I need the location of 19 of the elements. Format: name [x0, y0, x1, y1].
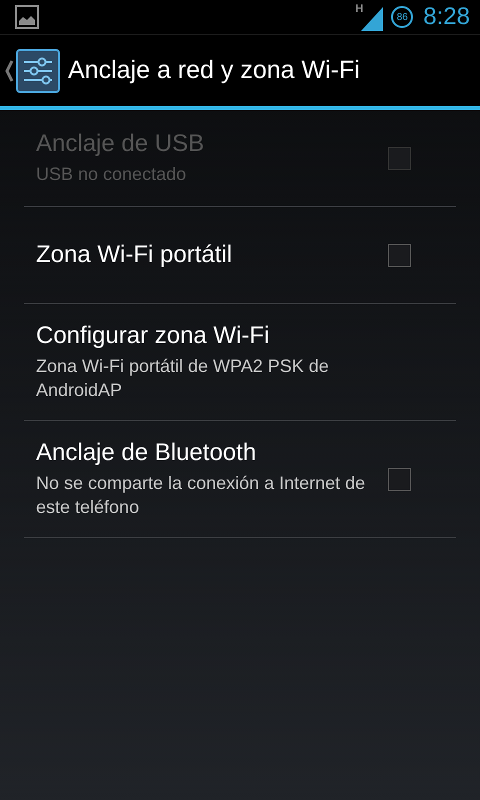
clock-time: 8:28: [423, 3, 470, 31]
preference-item[interactable]: Zona Wi-Fi portátil: [24, 207, 456, 304]
item-title: Configurar zona Wi-Fi: [36, 322, 270, 350]
item-title: Anclaje de USB: [36, 130, 206, 158]
item-summary: USB no conectado: [36, 163, 188, 186]
battery-badge: 86: [391, 6, 414, 28]
screen-title: Anclaje a red y zona Wi-Fi: [68, 56, 360, 85]
checkbox[interactable]: [388, 468, 411, 490]
item-title: Zona Wi-Fi portátil: [36, 241, 234, 269]
checkbox[interactable]: [388, 244, 411, 266]
sliders-icon: [16, 48, 60, 92]
picture-notification-icon: [15, 5, 39, 29]
item-title: Anclaje de Bluetooth: [36, 439, 258, 467]
preference-item[interactable]: Configurar zona Wi-Fi Zona Wi-Fi portátil de WPA2 PSK de AndroidAP: [24, 304, 456, 421]
network-type-label: H: [355, 3, 364, 15]
preference-item[interactable]: Anclaje de Bluetooth No se comparte la conexión a Internet de este teléfono: [24, 421, 456, 538]
item-summary: Zona Wi-Fi portátil de WPA2 PSK de AndroidAP: [36, 355, 330, 402]
caret-icon: [4, 58, 14, 82]
item-summary: No se comparte la conexión a Internet de este teléfono: [36, 472, 366, 519]
